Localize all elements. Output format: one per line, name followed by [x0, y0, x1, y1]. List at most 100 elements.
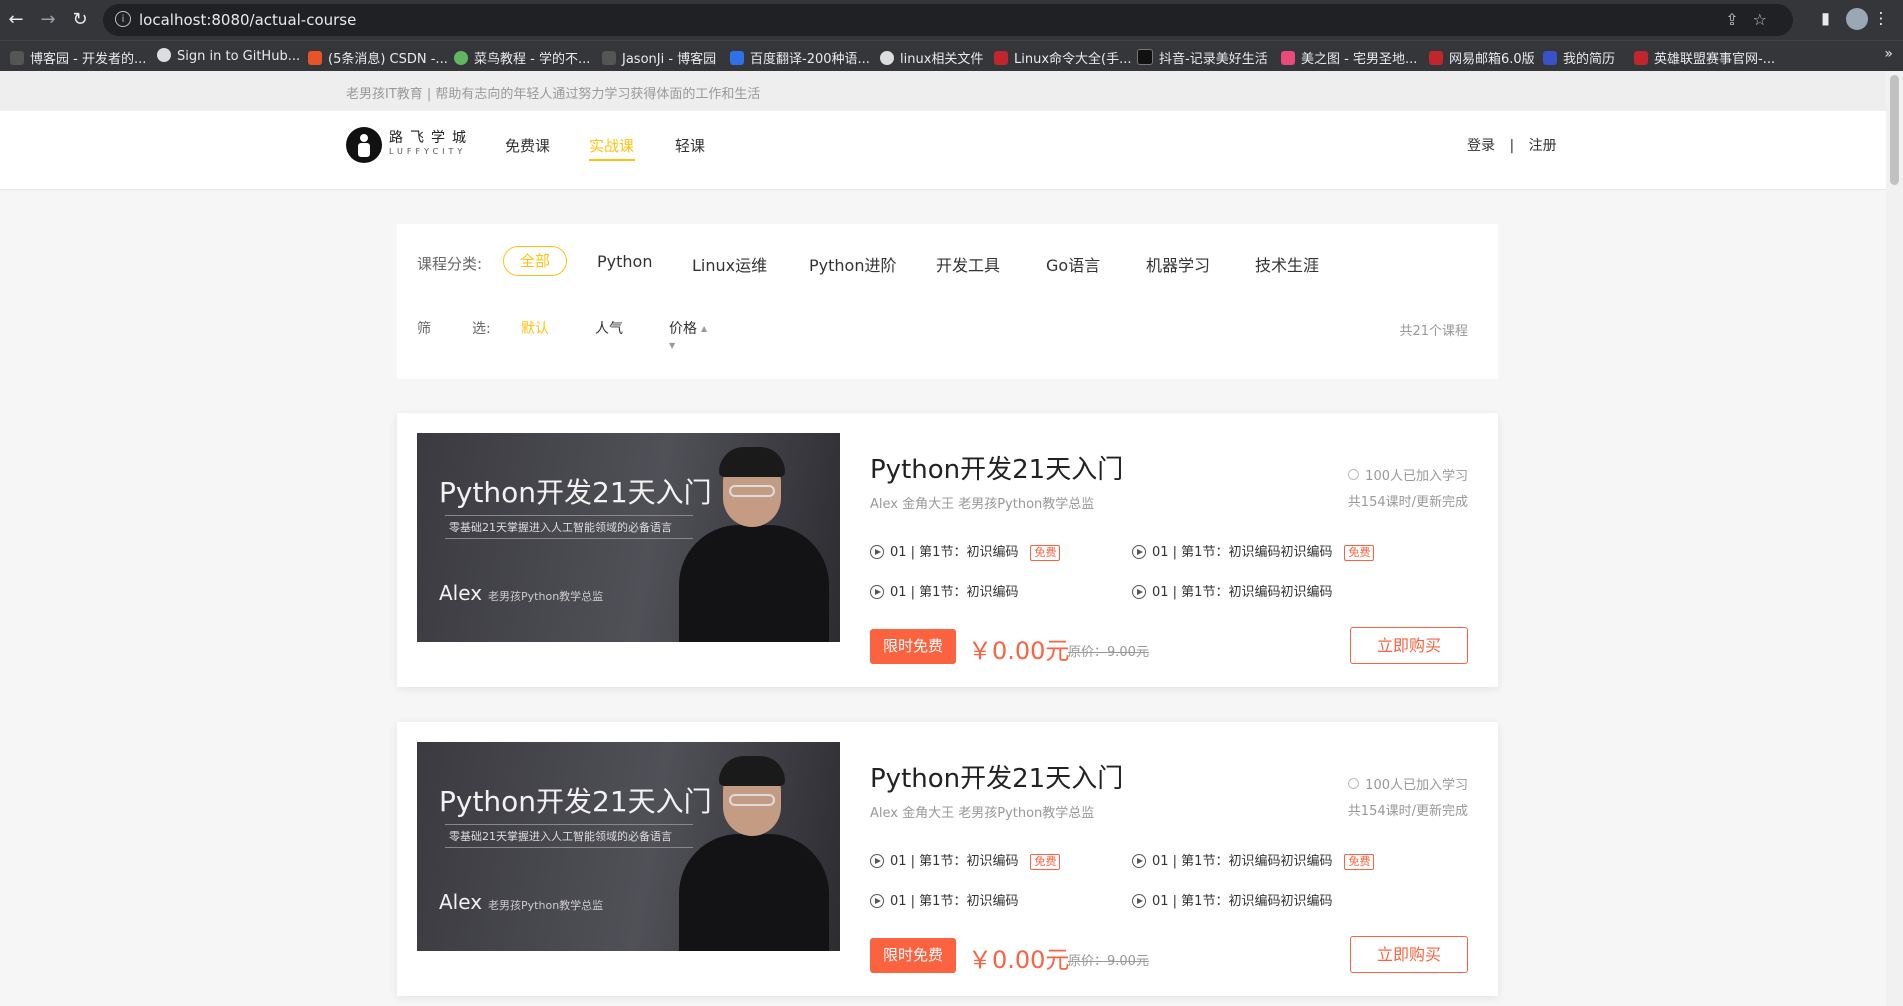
lesson-item[interactable]: 01 | 第1节：初识编码初识编码: [1132, 581, 1332, 600]
free-tag: 免费: [1344, 545, 1375, 561]
course-thumbnail[interactable]: Python开发21天入门 零基础21天掌握进入人工智能领域的必备语言 Alex…: [417, 433, 840, 642]
thumbnail-subtitle: 零基础21天掌握进入人工智能领域的必备语言: [445, 824, 693, 848]
category-label: 课程分类:: [417, 255, 483, 273]
info-icon[interactable]: i: [115, 11, 131, 27]
play-icon: [1132, 894, 1146, 908]
course-thumbnail[interactable]: Python开发21天入门 零基础21天掌握进入人工智能领域的必备语言 Alex…: [417, 742, 840, 951]
bookmark-item[interactable]: 英雄联盟赛事官网-...: [1634, 48, 1775, 67]
course-teacher: Alex 金角大王 老男孩Python教学总监: [870, 497, 1095, 512]
address-bar[interactable]: i localhost:8080/actual-course ⇪☆: [103, 4, 1793, 36]
free-tag: 免费: [1030, 545, 1061, 561]
student-count: 100人已加入学习: [1348, 774, 1468, 793]
lesson-item[interactable]: 01 | 第1节：初识编码初识编码: [1132, 890, 1332, 909]
share-star-icons[interactable]: ⇪☆: [1725, 10, 1781, 29]
course-hours: 共154课时/更新完成: [1347, 804, 1468, 819]
course-teacher: Alex 金角大王 老男孩Python教学总监: [870, 806, 1095, 821]
bookmark-item[interactable]: JasonJi - 博客园: [602, 48, 716, 67]
bookmark-item[interactable]: linux相关文件: [880, 48, 983, 67]
sidebar-toggle-icon[interactable]: ▮ ⋮: [1821, 8, 1889, 30]
free-tag: 免费: [1344, 854, 1375, 870]
lesson-item[interactable]: 01 | 第1节：初识编码 免费: [870, 541, 1061, 561]
github-icon: [157, 48, 171, 62]
lesson-item[interactable]: 01 | 第1节：初识编码 免费: [870, 850, 1061, 870]
url-text[interactable]: localhost:8080/actual-course: [139, 11, 356, 29]
lesson-item[interactable]: 01 | 第1节：初识编码: [870, 890, 1018, 909]
login-link[interactable]: 登录: [1467, 138, 1495, 154]
sort-label-1: 筛: [417, 321, 431, 337]
instructor-hair: [719, 756, 785, 786]
free-tag: 免费: [1030, 854, 1061, 870]
reload-icon[interactable]: ↻: [68, 8, 92, 32]
lesson-item[interactable]: 01 | 第1节：初识编码: [870, 581, 1018, 600]
bookmarks-more-button[interactable]: »: [1884, 46, 1893, 62]
site-header: 路飞学城 LUFFYCITY 免费课 实战课 轻课 登录 | 注册: [0, 111, 1903, 190]
resume-icon: [1543, 51, 1557, 65]
category-python[interactable]: Python: [597, 252, 652, 271]
buy-now-button[interactable]: 立即购买: [1350, 936, 1468, 973]
sort-default[interactable]: 默认: [521, 318, 549, 338]
register-link[interactable]: 注册: [1529, 138, 1557, 154]
play-icon: [870, 585, 884, 599]
tiktok-icon: [1137, 49, 1153, 65]
thumbnail-title: Python开发21天入门: [439, 785, 712, 818]
bookmark-favicon-icon: [602, 51, 616, 65]
course-title[interactable]: Python开发21天入门: [870, 449, 1123, 486]
buy-now-button[interactable]: 立即购买: [1350, 627, 1468, 664]
bookmark-item[interactable]: 博客园 - 开发者的...: [10, 48, 146, 67]
scrollbar-thumb[interactable]: [1890, 75, 1899, 185]
course-card[interactable]: Python开发21天入门 零基础21天掌握进入人工智能领域的必备语言 Alex…: [397, 722, 1498, 996]
nav-actual-courses[interactable]: 实战课: [589, 135, 634, 156]
category-linux[interactable]: Linux运维: [692, 252, 767, 276]
course-price: ￥0.00元: [968, 946, 1070, 974]
category-all[interactable]: 全部: [503, 246, 567, 276]
bookmark-item[interactable]: Linux命令大全(手...: [994, 48, 1132, 67]
student-count: 100人已加入学习: [1348, 465, 1468, 484]
sort-popularity[interactable]: 人气: [595, 318, 623, 338]
bookmark-item[interactable]: 网易邮箱6.0版: [1429, 48, 1535, 67]
linux-icon: [994, 51, 1008, 65]
category-python-advanced[interactable]: Python进阶: [809, 252, 896, 276]
bookmark-item[interactable]: 抖音-记录美好生活: [1137, 48, 1268, 67]
bookmark-item[interactable]: 百度翻译-200种语...: [730, 48, 870, 67]
thumbnail-author: Alex 老男孩Python教学总监: [439, 890, 604, 914]
category-go[interactable]: Go语言: [1046, 252, 1100, 276]
sort-price-label: 价格: [669, 321, 697, 337]
bookmark-item[interactable]: Sign in to GitHub...: [157, 48, 300, 64]
thumbnail-title: Python开发21天入门: [439, 476, 712, 509]
active-nav-underline: [589, 159, 635, 161]
instructor-figure: [679, 525, 829, 642]
globe-icon: [880, 51, 894, 65]
sort-price[interactable]: 价格 ▲ ▼: [669, 318, 707, 354]
logo-icon[interactable]: [346, 127, 382, 163]
back-arrow-icon[interactable]: ←: [4, 8, 28, 32]
nav-light-courses[interactable]: 轻课: [675, 135, 705, 156]
instructor-glasses: [729, 794, 775, 806]
bookmark-item[interactable]: 美之图 - 宅男圣地...: [1281, 48, 1417, 67]
category-dev-tools[interactable]: 开发工具: [936, 252, 1000, 276]
bookmarks-bar: 博客园 - 开发者的... Sign in to GitHub... (5条消息…: [0, 40, 1903, 71]
nav-free-courses[interactable]: 免费课: [505, 135, 550, 156]
logo-text-en[interactable]: LUFFYCITY: [389, 147, 466, 156]
play-icon: [1132, 854, 1146, 868]
bookmark-item[interactable]: (5条消息) CSDN -...: [308, 48, 448, 67]
logo-text-cn[interactable]: 路飞学城: [389, 127, 473, 147]
top-banner: 老男孩IT教育 | 帮助有志向的年轻人通过努力学习获得体面的工作和生活: [0, 71, 1903, 111]
course-price: ￥0.00元: [968, 637, 1070, 665]
profile-avatar[interactable]: [1845, 8, 1868, 30]
category-machine-learning[interactable]: 机器学习: [1146, 252, 1210, 276]
bookmark-item[interactable]: 我的简历: [1543, 48, 1615, 67]
play-icon: [870, 894, 884, 908]
page-scrollbar[interactable]: [1886, 71, 1903, 1006]
play-icon: [1132, 545, 1146, 559]
category-career[interactable]: 技术生涯: [1255, 252, 1319, 276]
course-card[interactable]: Python开发21天入门 零基础21天掌握进入人工智能领域的必备语言 Alex…: [397, 413, 1498, 687]
thumbnail-subtitle: 零基础21天掌握进入人工智能领域的必备语言: [445, 515, 693, 539]
bookmark-item[interactable]: 菜鸟教程 - 学的不...: [454, 48, 590, 67]
course-hours: 共154课时/更新完成: [1347, 495, 1468, 510]
forward-arrow-icon[interactable]: →: [36, 8, 60, 32]
instructor-glasses: [729, 485, 775, 497]
course-title[interactable]: Python开发21天入门: [870, 758, 1123, 795]
lesson-item[interactable]: 01 | 第1节：初识编码初识编码 免费: [1132, 850, 1375, 870]
course-count: 共21个课程: [1399, 324, 1468, 339]
lesson-item[interactable]: 01 | 第1节：初识编码初识编码 免费: [1132, 541, 1375, 561]
